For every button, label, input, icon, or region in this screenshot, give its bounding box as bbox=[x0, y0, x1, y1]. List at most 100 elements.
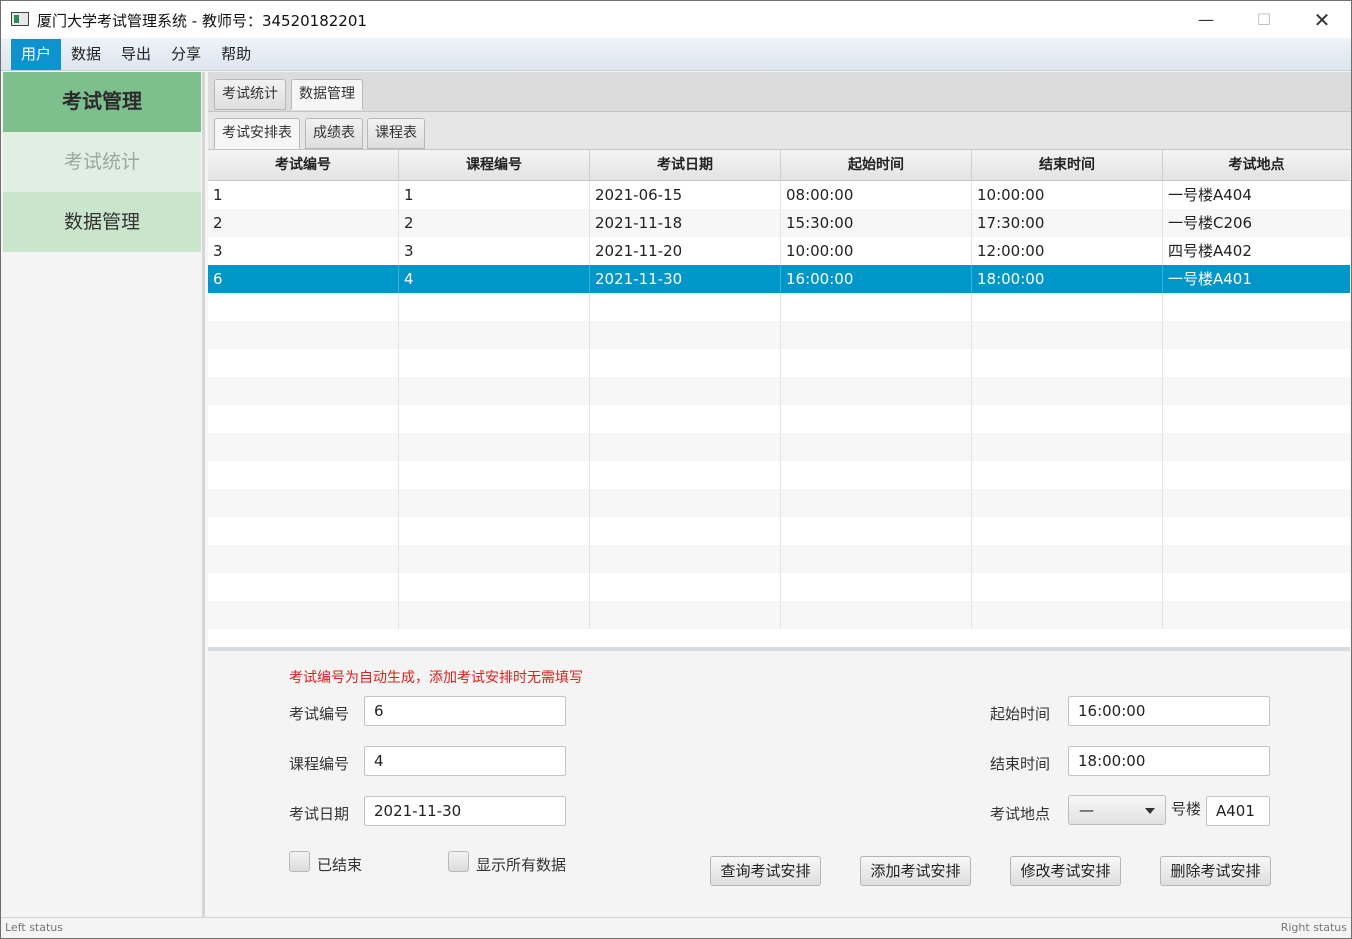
table-row[interactable]: 6 4 2021-11-30 16:00:00 18:00:00 一号楼A401 bbox=[208, 265, 1350, 293]
table-cell bbox=[590, 405, 781, 433]
table-cell bbox=[972, 489, 1163, 517]
table-cell bbox=[1163, 349, 1350, 377]
app-icon bbox=[11, 12, 29, 26]
column-header[interactable]: 考试地点 bbox=[1163, 150, 1350, 180]
table-cell bbox=[208, 545, 399, 573]
sidebar-header[interactable]: 考试管理 bbox=[3, 72, 201, 132]
table-cell bbox=[590, 321, 781, 349]
table-cell bbox=[972, 517, 1163, 545]
delete-exam-button[interactable]: 删除考试安排 bbox=[1160, 856, 1271, 886]
empty-table-row bbox=[208, 545, 1350, 573]
tab-data-management[interactable]: 数据管理 bbox=[291, 79, 363, 110]
table-cell: 08:00:00 bbox=[781, 181, 972, 209]
tab-scores[interactable]: 成绩表 bbox=[305, 118, 363, 149]
main-panel: 考试统计 数据管理 考试安排表 成绩表 课程表 考试编号 课程编号 考试日期 起始时间… bbox=[208, 72, 1351, 917]
table-cell bbox=[399, 545, 590, 573]
table-cell bbox=[781, 293, 972, 321]
column-header[interactable]: 结束时间 bbox=[972, 150, 1163, 180]
tab-exam-schedule[interactable]: 考试安排表 bbox=[214, 118, 300, 149]
table-cell bbox=[590, 377, 781, 405]
table-cell bbox=[781, 321, 972, 349]
tab-courses[interactable]: 课程表 bbox=[367, 118, 425, 149]
table-cell bbox=[590, 545, 781, 573]
empty-table-row bbox=[208, 321, 1350, 349]
table-cell bbox=[208, 405, 399, 433]
modify-exam-button[interactable]: 修改考试安排 bbox=[1010, 856, 1121, 886]
empty-table-row bbox=[208, 517, 1350, 545]
table-cell: 3 bbox=[208, 237, 399, 265]
table-cell bbox=[972, 601, 1163, 629]
table-cell: 一号楼A404 bbox=[1168, 186, 1252, 204]
end-time-input[interactable]: 18:00:00 bbox=[1068, 746, 1270, 776]
table-cell bbox=[399, 601, 590, 629]
sidebar-item-data-management[interactable]: 数据管理 bbox=[3, 192, 201, 252]
table-cell: 17:30:00 bbox=[972, 209, 1163, 237]
table-cell bbox=[1163, 321, 1350, 349]
ended-checkbox[interactable] bbox=[289, 851, 310, 872]
empty-table-row bbox=[208, 489, 1350, 517]
chevron-down-icon bbox=[1145, 808, 1155, 814]
table-cell bbox=[399, 405, 590, 433]
exam-date-input[interactable]: 2021-11-30 bbox=[364, 796, 566, 826]
table-cell: 15:30:00 bbox=[781, 209, 972, 237]
table-cell bbox=[208, 293, 399, 321]
course-id-input[interactable]: 4 bbox=[364, 746, 566, 776]
empty-table-row bbox=[208, 377, 1350, 405]
maximize-button[interactable]: ☐ bbox=[1235, 1, 1293, 38]
table-cell bbox=[781, 573, 972, 601]
table-cell bbox=[1163, 545, 1350, 573]
exam-id-input[interactable]: 6 bbox=[364, 696, 566, 726]
table-cell bbox=[590, 573, 781, 601]
table-row[interactable]: 2 2 2021-11-18 15:30:00 17:30:00 一号楼C206 bbox=[208, 209, 1350, 237]
minimize-button[interactable]: — bbox=[1177, 1, 1235, 38]
table-cell bbox=[208, 573, 399, 601]
table-cell: 4 bbox=[399, 265, 590, 293]
show-all-label: 显示所有数据 bbox=[476, 856, 567, 874]
building-select-value: — bbox=[1079, 801, 1094, 819]
add-exam-button[interactable]: 添加考试安排 bbox=[860, 856, 971, 886]
auto-id-hint: 考试编号为自动生成，添加考试安排时无需填写 bbox=[289, 670, 583, 686]
location-label: 考试地点 bbox=[990, 805, 1051, 823]
table-cell bbox=[399, 293, 590, 321]
sidebar-item-exam-stats[interactable]: 考试统计 bbox=[3, 132, 201, 192]
empty-table-row bbox=[208, 433, 1350, 461]
start-time-input[interactable]: 16:00:00 bbox=[1068, 696, 1270, 726]
table-cell bbox=[1163, 601, 1350, 629]
query-exam-button[interactable]: 查询考试安排 bbox=[710, 856, 821, 886]
menu-export[interactable]: 导出 bbox=[111, 38, 161, 71]
sub-tab-bar: 考试安排表 成绩表 课程表 bbox=[208, 112, 1351, 150]
table-cell bbox=[590, 293, 781, 321]
table-body: 1 1 2021-06-15 08:00:00 10:00:00 一号楼A404 2 2 202… bbox=[208, 181, 1350, 629]
table-row[interactable]: 3 3 2021-11-20 10:00:00 12:00:00 四号楼A402 bbox=[208, 237, 1350, 265]
status-left: Left status bbox=[5, 921, 63, 934]
menu-help[interactable]: 帮助 bbox=[211, 38, 261, 71]
table-row[interactable]: 1 1 2021-06-15 08:00:00 10:00:00 一号楼A404 bbox=[208, 181, 1350, 209]
table-cell bbox=[590, 489, 781, 517]
title-bar: 厦门大学考试管理系统 - 教师号：34520182201 — ☐ ✕ bbox=[1, 1, 1351, 38]
table-cell bbox=[1163, 293, 1350, 321]
show-all-checkbox[interactable] bbox=[448, 851, 469, 872]
building-select[interactable]: — bbox=[1068, 795, 1166, 825]
empty-table-row bbox=[208, 349, 1350, 377]
menu-user[interactable]: 用户 bbox=[11, 38, 62, 70]
column-header[interactable]: 课程编号 bbox=[399, 150, 590, 180]
table-cell: 2021-11-18 bbox=[590, 209, 781, 237]
exam-schedule-table: 考试编号 课程编号 考试日期 起始时间 结束时间 考试地点 1 1 2021-06-15 08:… bbox=[208, 150, 1350, 647]
top-tab-bar: 考试统计 数据管理 bbox=[208, 72, 1351, 112]
table-cell: 16:00:00 bbox=[781, 265, 972, 293]
column-header[interactable]: 起始时间 bbox=[781, 150, 972, 180]
table-cell: 1 bbox=[208, 181, 399, 209]
close-button[interactable]: ✕ bbox=[1293, 1, 1351, 38]
column-header[interactable]: 考试日期 bbox=[590, 150, 781, 180]
app-window: 厦门大学考试管理系统 - 教师号：34520182201 — ☐ ✕ 用户 数据… bbox=[0, 0, 1352, 939]
table-cell bbox=[208, 601, 399, 629]
table-cell bbox=[590, 433, 781, 461]
menu-data[interactable]: 数据 bbox=[61, 38, 111, 71]
room-input[interactable]: A401 bbox=[1206, 796, 1270, 826]
tab-exam-stats[interactable]: 考试统计 bbox=[214, 79, 286, 110]
table-cell bbox=[972, 573, 1163, 601]
menu-share[interactable]: 分享 bbox=[161, 38, 211, 71]
column-header[interactable]: 考试编号 bbox=[208, 150, 399, 180]
table-cell bbox=[1163, 461, 1350, 489]
table-cell: 2021-06-15 bbox=[590, 181, 781, 209]
